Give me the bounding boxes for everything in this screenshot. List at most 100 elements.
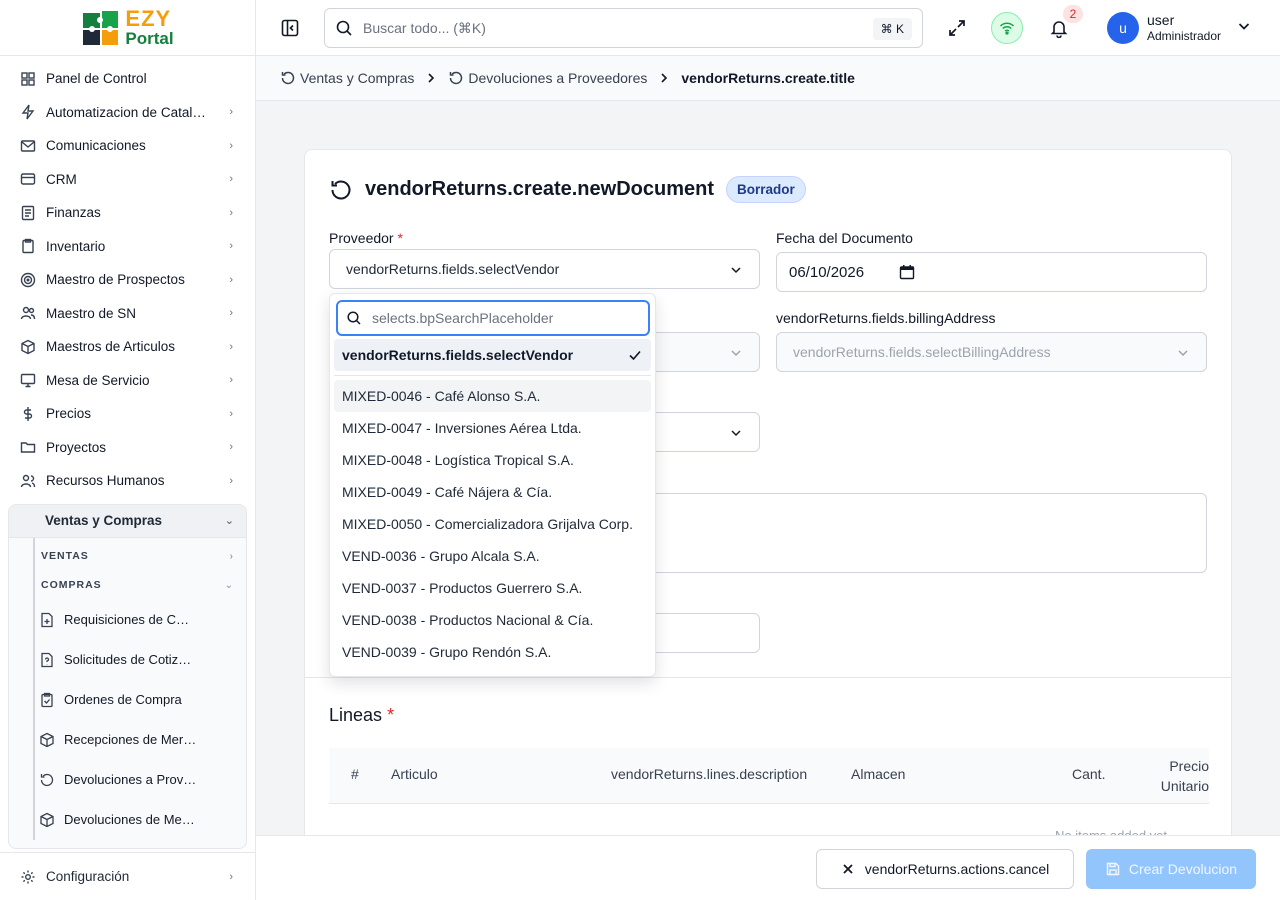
sidebar-item-label: Recepciones de Mercancia — [64, 732, 200, 747]
vendor-option[interactable]: VEND-0036 - Grupo Alcala S.A. — [334, 540, 651, 572]
avatar[interactable]: u — [1107, 12, 1139, 44]
save-icon — [1105, 861, 1121, 877]
chevron-right-icon — [657, 71, 671, 85]
chevron-right-icon — [424, 71, 438, 85]
users-icon — [20, 305, 36, 321]
date-value: 06/10/2026 — [789, 263, 865, 281]
fullscreen-button[interactable] — [943, 14, 971, 42]
sidebar-group-ventas-compras: Ventas y Compras ⌄ VENTAS › COMPRAS ⌄ Re… — [8, 503, 247, 849]
sidebar-item-panel-de-control[interactable]: Panel de Control — [0, 62, 255, 96]
sidebar-item-maestro-prospectos[interactable]: Maestro de Prospectos › — [0, 263, 255, 297]
chevron-down-icon — [729, 263, 743, 277]
card-header: vendorReturns.create.newDocument Borrado… — [329, 176, 806, 203]
sidebar-item-label: Solicitudes de Cotizacion — [64, 652, 196, 667]
global-search[interactable]: Buscar todo... (⌘K) ⌘ K — [324, 8, 923, 48]
sidebar-item-devoluciones-mercancia[interactable]: Devoluciones de Mercancia — [35, 800, 246, 840]
sidebar-item-crm[interactable]: CRM › — [0, 163, 255, 197]
sidebar-section-compras[interactable]: COMPRAS ⌄ — [35, 571, 246, 600]
cancel-button[interactable]: vendorReturns.actions.cancel — [816, 849, 1074, 889]
vendor-select-value: vendorReturns.fields.selectVendor — [346, 261, 560, 277]
sidebar-item-proyectos[interactable]: Proyectos › — [0, 431, 255, 465]
vendor-option[interactable]: MIXED-0050 - Comercializadora Grijalva C… — [334, 508, 651, 540]
chevron-right-icon: › — [229, 206, 233, 219]
section-label: COMPRAS — [41, 579, 102, 591]
sidebar-item-label: Devoluciones de Mercancia — [64, 812, 196, 827]
target-icon — [20, 272, 36, 288]
chevron-right-icon: › — [229, 273, 233, 286]
sidebar-section-ventas[interactable]: VENTAS › — [35, 542, 246, 571]
vendor-option[interactable]: VEND-0039 - Grupo Rendón S.A. — [334, 636, 651, 668]
vendor-option[interactable]: VEND-0037 - Productos Guerrero S.A. — [334, 572, 651, 604]
sidebar-item-label: Inventario — [46, 238, 106, 254]
billing-address-select[interactable]: vendorReturns.fields.selectBillingAddres… — [776, 332, 1207, 372]
sidebar-toggle-button[interactable] — [278, 16, 302, 40]
sidebar-item-maestros-articulos[interactable]: Maestros de Articulos › — [0, 330, 255, 364]
sidebar-item-automatizacion[interactable]: Automatizacion de Catalogo › — [0, 96, 255, 130]
sidebar-item-configuracion[interactable]: Configuración › — [0, 852, 255, 900]
vendor-option[interactable]: MIXED-0046 - Café Alonso S.A. — [334, 380, 651, 412]
user-menu-chevron[interactable] — [1236, 18, 1252, 37]
vendor-search-placeholder: selects.bpSearchPlaceholder — [372, 310, 554, 326]
required-marker: * — [387, 705, 395, 725]
user-role: Administrador — [1147, 28, 1222, 43]
dollar-icon — [20, 406, 36, 422]
ledger-icon — [20, 205, 36, 221]
cancel-button-label: vendorReturns.actions.cancel — [864, 861, 1050, 877]
user-name: user — [1147, 12, 1175, 28]
vendor-search-input[interactable]: selects.bpSearchPlaceholder — [336, 300, 650, 336]
sidebar-item-comunicaciones[interactable]: Comunicaciones › — [0, 129, 255, 163]
sidebar-item-requisiciones[interactable]: Requisiciones de Compra — [35, 600, 246, 640]
document-date-input[interactable]: 06/10/2026 — [776, 252, 1207, 292]
create-button-label: Crear Devolucion — [1128, 861, 1238, 877]
connection-status-button[interactable] — [991, 12, 1023, 44]
package-icon — [39, 732, 55, 748]
chevron-right-icon: › — [229, 106, 233, 119]
calendar-icon[interactable] — [899, 264, 915, 280]
option-label: vendorReturns.fields.selectVendor — [342, 347, 574, 363]
sidebar-item-finanzas[interactable]: Finanzas › — [0, 196, 255, 230]
vendor-option[interactable]: MIXED-0048 - Logística Tropical S.A. — [334, 444, 651, 476]
billing-select-value: vendorReturns.fields.selectBillingAddres… — [793, 344, 1051, 360]
action-footer: vendorReturns.actions.cancel Crear Devol… — [256, 835, 1280, 900]
sidebar-submenu: VENTAS › COMPRAS ⌄ Requisiciones de Comp… — [33, 537, 246, 840]
maximize-icon — [949, 20, 965, 36]
sidebar-item-ordenes[interactable]: Ordenes de Compra — [35, 680, 246, 720]
search-icon — [335, 19, 353, 37]
logo-puzzle-icon — [81, 9, 121, 47]
vendor-option[interactable]: MIXED-0047 - Inversiones Aérea Ltda. — [334, 412, 651, 444]
dropdown-divider — [334, 375, 651, 376]
vendor-select[interactable]: vendorReturns.fields.selectVendor — [329, 249, 760, 289]
close-icon — [841, 862, 855, 876]
sidebar-group-header[interactable]: Ventas y Compras ⌄ — [9, 504, 246, 538]
logo[interactable]: EZY Portal — [81, 8, 174, 47]
breadcrumb-label: Ventas y Compras — [300, 70, 415, 86]
chevron-right-icon: › — [229, 307, 233, 320]
package-icon — [20, 339, 36, 355]
column-header-article: Articulo — [391, 766, 438, 782]
sidebar-item-recepciones[interactable]: Recepciones de Mercancia — [35, 720, 246, 760]
rotate-ccw-icon — [280, 70, 296, 86]
sidebar-item-precios[interactable]: Precios › — [0, 397, 255, 431]
sidebar-group-label: Ventas y Compras — [45, 513, 163, 528]
user-info[interactable]: user Administrador — [1147, 12, 1221, 43]
sidebar-item-mesa-servicio[interactable]: Mesa de Servicio › — [0, 364, 255, 398]
sidebar-item-label: Configuración — [46, 869, 130, 884]
zap-icon — [20, 104, 36, 120]
create-return-button[interactable]: Crear Devolucion — [1086, 849, 1256, 889]
chevron-right-icon: › — [229, 374, 233, 387]
rotate-ccw-icon — [331, 180, 351, 199]
vendor-option[interactable]: MIXED-0049 - Café Nájera & Cía. — [334, 476, 651, 508]
sidebar-item-devoluciones-proveedores[interactable]: Devoluciones a Proveedores — [35, 760, 246, 800]
vendor-option[interactable]: VEND-0038 - Productos Nacional & Cía. — [334, 604, 651, 636]
sidebar-item-label: Finanzas — [46, 205, 101, 221]
sidebar-item-solicitudes[interactable]: Solicitudes de Cotizacion — [35, 640, 246, 680]
sidebar-item-recursos-humanos[interactable]: Recursos Humanos › — [0, 464, 255, 498]
lines-table-header: # Articulo vendorReturns.lines.descripti… — [329, 748, 1209, 804]
breadcrumb-item-ventas-compras[interactable]: Ventas y Compras — [280, 70, 414, 86]
breadcrumb-item-devoluciones[interactable]: Devoluciones a Proveedores — [448, 70, 647, 86]
sidebar-item-maestro-sn[interactable]: Maestro de SN › — [0, 297, 255, 331]
clipboard-check-icon — [39, 692, 55, 708]
sidebar-item-inventario[interactable]: Inventario › — [0, 230, 255, 264]
vendor-option-selected[interactable]: vendorReturns.fields.selectVendor — [334, 339, 651, 371]
sidebar-nav: Panel de Control Automatizacion de Catal… — [0, 56, 255, 498]
